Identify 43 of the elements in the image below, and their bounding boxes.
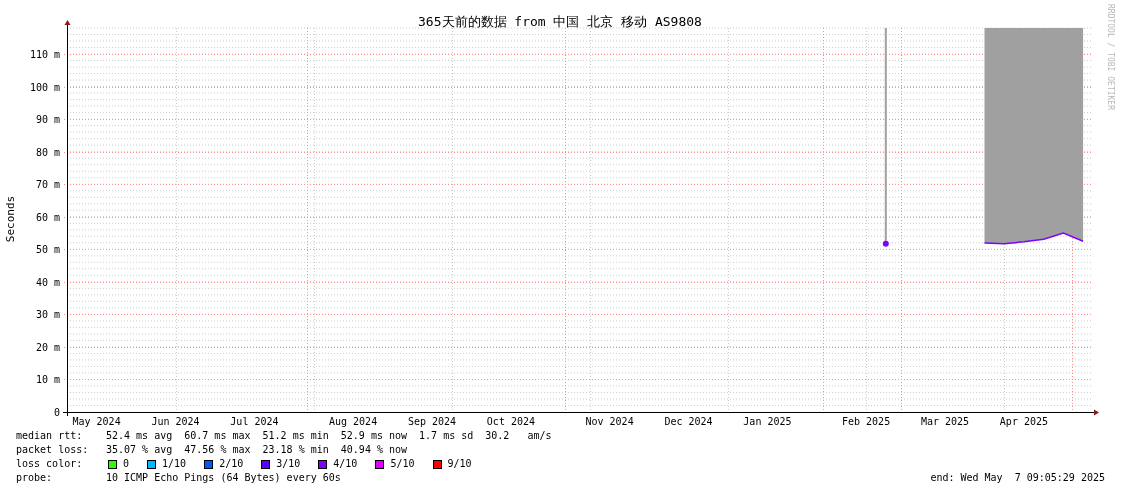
y-tick-label: 10 m (35, 374, 60, 385)
x-tick-label: May 2024 (72, 416, 121, 427)
y-tick-label: 40 m (35, 277, 60, 288)
loss-color-label: 3/10 (276, 457, 301, 471)
loss-color-label: 2/10 (219, 457, 244, 471)
end-time: end: Wed May 7 09:05:29 2025 (930, 471, 1105, 485)
rtt-point (882, 240, 889, 247)
x-tick-label: Jun 2024 (151, 416, 200, 427)
legend-label: median rtt: (16, 429, 84, 443)
y-tick-label: 70 m (35, 179, 60, 190)
x-tick-label: Sep 2024 (407, 416, 457, 427)
graph-title: 365天前的数据 from 中国 北京 移动 AS9808 (418, 14, 702, 29)
x-tick-label: Apr 2025 (999, 416, 1049, 427)
y-tick-label: 60 m (35, 212, 60, 223)
legend-label: packet loss: (16, 443, 90, 457)
x-tick-label: Aug 2024 (329, 416, 378, 427)
legend-label: loss color: (16, 457, 84, 471)
legend-value: 35.07 % avg 47.56 % max 23.18 % min 40.94 % now (106, 443, 408, 457)
loss-color-label: 5/10 (390, 457, 415, 471)
x-tick-label: Oct 2024 (486, 416, 536, 427)
signature: RRDTOOL / TOBI OETIKER (1106, 4, 1115, 110)
x-tick-label: Nov 2024 (585, 416, 634, 427)
x-tick-label: Dec 2024 (664, 416, 713, 427)
loss-color-label: 0 (123, 457, 130, 471)
y-tick-label: 110 m (29, 49, 60, 60)
y-tick-label: 30 m (35, 309, 60, 320)
loss-color-label: 9/10 (447, 457, 472, 471)
loss-color-label: 4/10 (333, 457, 358, 471)
loss-color-label: 1/10 (162, 457, 187, 471)
y-tick-label: 0 (53, 407, 60, 418)
y-tick-label: 20 m (35, 342, 60, 353)
legend-value: 52.4 ms avg 60.7 ms max 51.2 ms min 52.9 ms now 1.7 ms sd 30.2 am/s (106, 429, 552, 443)
y-tick-label: 100 m (29, 82, 60, 93)
y-tick-label: 80 m (35, 147, 60, 158)
y-tick-label: 50 m (35, 244, 60, 255)
y-axis-label: Seconds (4, 195, 17, 243)
y-tick-label: 90 m (35, 114, 60, 125)
x-tick-label: Jan 2025 (743, 416, 792, 427)
x-tick-label: Feb 2025 (842, 416, 891, 427)
x-tick-label: Mar 2025 (920, 416, 970, 427)
legend-label: probe: (16, 471, 54, 485)
x-tick-label: Jul 2024 (230, 416, 279, 427)
legend-value: 10 ICMP Echo Pings (64 Bytes) every 60s (106, 471, 341, 485)
